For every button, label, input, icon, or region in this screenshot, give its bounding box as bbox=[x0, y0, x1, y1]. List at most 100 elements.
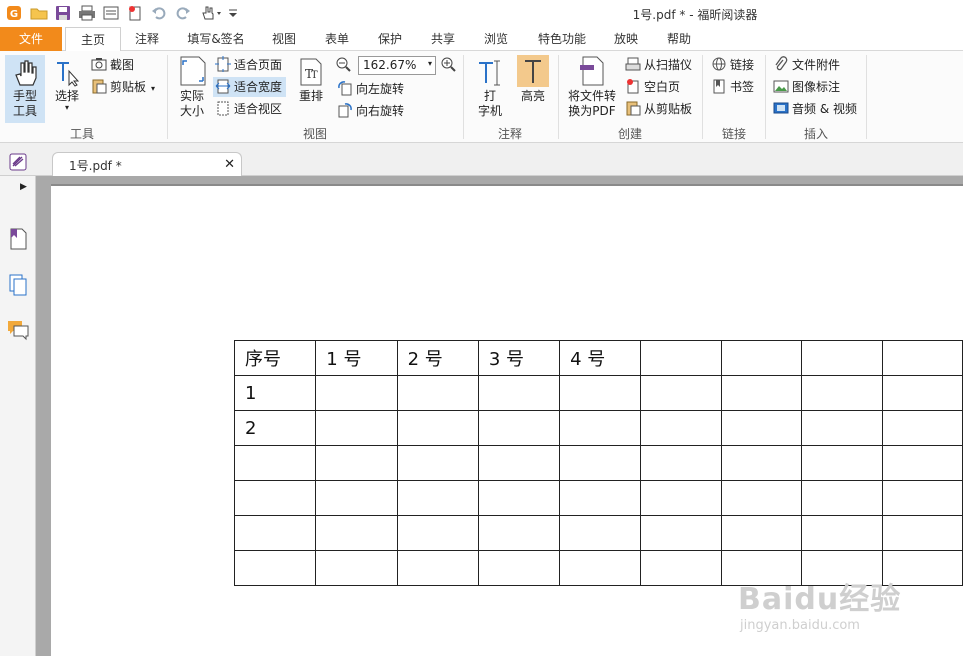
tab-form[interactable]: 表单 bbox=[315, 27, 359, 51]
typewriter-button[interactable]: 打 字机 bbox=[472, 57, 508, 125]
tab-share[interactable]: 共享 bbox=[421, 27, 465, 51]
table-cell[interactable] bbox=[881, 340, 963, 376]
table-cell[interactable] bbox=[396, 515, 479, 551]
fit-visible-button[interactable]: 适合视区 bbox=[215, 99, 282, 119]
table-cell[interactable]: 1 号 bbox=[315, 340, 398, 376]
zoom-out-button[interactable] bbox=[335, 55, 354, 75]
table-cell[interactable] bbox=[396, 445, 479, 481]
table-cell[interactable] bbox=[881, 410, 963, 446]
convert-to-pdf-button[interactable]: 将文件转 换为PDF bbox=[564, 55, 620, 123]
table-cell[interactable] bbox=[559, 375, 642, 411]
select-button[interactable]: 选择 ▾ bbox=[50, 55, 84, 123]
table-cell[interactable] bbox=[720, 480, 803, 516]
hand-tool-button[interactable]: 手型 工具 bbox=[5, 55, 45, 123]
table-cell[interactable] bbox=[640, 410, 722, 446]
table-cell[interactable] bbox=[315, 515, 398, 551]
tab-fill-sign[interactable]: 填写&签名 bbox=[176, 27, 256, 51]
fit-page-button[interactable]: 适合页面 bbox=[215, 55, 282, 75]
table-cell[interactable] bbox=[640, 480, 722, 516]
table-cell[interactable] bbox=[881, 480, 963, 516]
table-cell[interactable] bbox=[720, 410, 803, 446]
table-cell[interactable] bbox=[720, 445, 803, 481]
table-cell[interactable]: 2 号 bbox=[396, 340, 479, 376]
blank-page-button[interactable]: 空白页 bbox=[625, 77, 680, 97]
table-cell[interactable] bbox=[315, 480, 398, 516]
tab-browse[interactable]: 浏览 bbox=[474, 27, 518, 51]
table-cell[interactable] bbox=[315, 445, 398, 481]
table-cell[interactable] bbox=[477, 445, 561, 481]
table-cell[interactable] bbox=[233, 515, 317, 551]
close-tab-icon[interactable]: ✕ bbox=[224, 157, 235, 172]
table-cell[interactable] bbox=[720, 340, 803, 376]
table-cell[interactable]: 序号 bbox=[233, 340, 317, 376]
properties-icon[interactable] bbox=[102, 4, 120, 22]
table-cell[interactable] bbox=[640, 550, 722, 586]
tab-view[interactable]: 视图 bbox=[262, 27, 306, 51]
app-logo-icon[interactable]: G bbox=[5, 4, 23, 22]
expand-panel-icon[interactable]: ▶ bbox=[20, 182, 27, 192]
screenshot-button[interactable]: 截图 bbox=[91, 55, 134, 75]
tab-file[interactable]: 文件 bbox=[0, 27, 62, 51]
table-cell[interactable] bbox=[881, 375, 963, 411]
table-cell[interactable] bbox=[801, 340, 883, 376]
table-cell[interactable] bbox=[801, 480, 883, 516]
table-cell[interactable] bbox=[396, 410, 479, 446]
table-cell[interactable] bbox=[640, 445, 722, 481]
reflow-button[interactable]: TT 重排 bbox=[294, 57, 328, 123]
table-cell[interactable] bbox=[477, 550, 561, 586]
table-cell[interactable] bbox=[233, 445, 317, 481]
print-icon[interactable] bbox=[78, 4, 96, 22]
bookmarks-panel-icon[interactable] bbox=[8, 228, 28, 253]
table-cell[interactable] bbox=[801, 410, 883, 446]
table-cell[interactable] bbox=[720, 515, 803, 551]
table-cell[interactable] bbox=[315, 375, 398, 411]
table-cell[interactable] bbox=[640, 515, 722, 551]
zoom-combo[interactable]: 162.67% ▾ bbox=[358, 56, 436, 75]
tab-presentation[interactable]: 放映 bbox=[604, 27, 648, 51]
table-cell[interactable] bbox=[720, 375, 803, 411]
table-cell[interactable] bbox=[396, 550, 479, 586]
new-document-icon[interactable] bbox=[126, 4, 144, 22]
fit-width-button[interactable]: 适合宽度 bbox=[213, 77, 287, 97]
tab-help[interactable]: 帮助 bbox=[657, 27, 701, 51]
table-cell[interactable]: 1 bbox=[233, 375, 317, 411]
customize-toolbar-icon[interactable] bbox=[228, 4, 238, 22]
tab-comment[interactable]: 注释 bbox=[125, 27, 169, 51]
table-cell[interactable] bbox=[559, 550, 642, 586]
open-folder-icon[interactable] bbox=[30, 4, 48, 22]
document-tab[interactable]: 1号.pdf * ✕ bbox=[52, 152, 242, 177]
table-cell[interactable] bbox=[881, 445, 963, 481]
table-cell[interactable] bbox=[559, 515, 642, 551]
tab-features[interactable]: 特色功能 bbox=[530, 27, 594, 51]
table-cell[interactable] bbox=[640, 375, 722, 411]
foxit-sign-icon[interactable] bbox=[9, 153, 27, 171]
table-cell[interactable] bbox=[396, 480, 479, 516]
table-cell[interactable] bbox=[477, 410, 561, 446]
table-cell[interactable] bbox=[801, 375, 883, 411]
save-icon[interactable] bbox=[54, 4, 72, 22]
table-cell[interactable] bbox=[881, 515, 963, 551]
table-cell[interactable] bbox=[233, 480, 317, 516]
image-annotation-button[interactable]: 图像标注 bbox=[773, 77, 840, 97]
file-attachment-button[interactable]: 文件附件 bbox=[773, 55, 840, 75]
highlight-button[interactable]: 高亮 bbox=[514, 55, 552, 123]
hand-dropdown-icon[interactable] bbox=[200, 4, 226, 22]
tab-home[interactable]: 主页 bbox=[65, 27, 121, 52]
rotate-left-button[interactable]: 向左旋转 bbox=[337, 79, 404, 99]
table-cell[interactable] bbox=[315, 410, 398, 446]
table-cell[interactable] bbox=[315, 550, 398, 586]
zoom-in-button[interactable] bbox=[440, 55, 459, 75]
table-cell[interactable] bbox=[640, 340, 722, 376]
table-cell[interactable] bbox=[801, 515, 883, 551]
link-button[interactable]: 链接 bbox=[711, 55, 754, 75]
pages-panel-icon[interactable] bbox=[8, 274, 28, 299]
clipboard-button[interactable]: 剪贴板 ▾ bbox=[91, 77, 155, 97]
table-cell[interactable] bbox=[559, 410, 642, 446]
audio-video-button[interactable]: 音频 & 视频 bbox=[773, 99, 857, 119]
table-cell[interactable]: 4 号 bbox=[559, 340, 642, 376]
actual-size-button[interactable]: 实际 大小 bbox=[173, 55, 211, 123]
table-cell[interactable] bbox=[801, 445, 883, 481]
table-cell[interactable] bbox=[396, 375, 479, 411]
from-clipboard-button[interactable]: 从剪贴板 bbox=[625, 99, 692, 119]
table-cell[interactable]: 2 bbox=[233, 410, 317, 446]
